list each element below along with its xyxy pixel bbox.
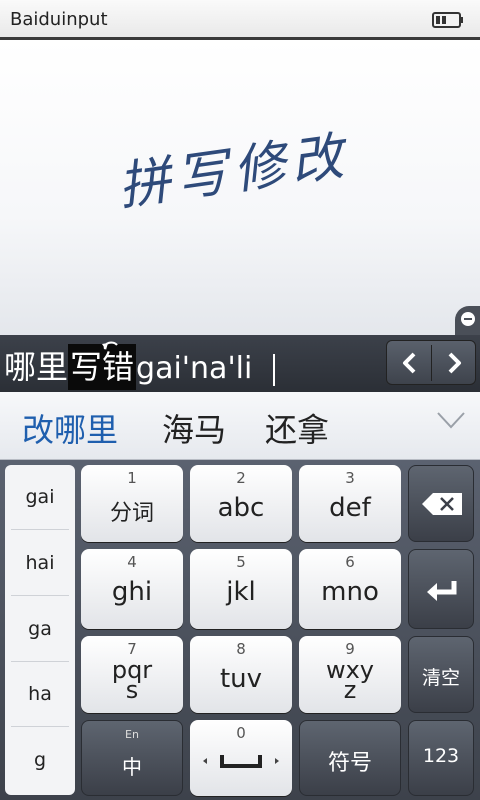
app-title: Baiduinput <box>10 9 108 30</box>
arrow-divider <box>431 345 432 381</box>
key-label: 123 <box>422 745 460 767</box>
undo-icon[interactable] <box>99 338 123 352</box>
composition-pinyin: gai'na'li <box>136 351 253 386</box>
pinyin-item[interactable]: g <box>5 728 75 792</box>
space-icon <box>203 755 279 768</box>
key-5[interactable]: 5 jkl <box>190 549 292 629</box>
key-6[interactable]: 6 mno <box>299 549 401 629</box>
key-label: wxy z <box>325 656 375 704</box>
key-number: 4 <box>127 553 137 571</box>
status-bar: Baiduinput <box>0 0 480 40</box>
key-number: 2 <box>236 469 246 487</box>
candidate-item[interactable]: 海马 <box>162 405 226 451</box>
symbol-button[interactable]: 符号 <box>299 720 401 796</box>
key-label: ghi <box>111 577 153 607</box>
minimize-icon <box>461 312 475 326</box>
key-label: 中 <box>122 755 142 779</box>
key-label: jkl <box>226 577 256 607</box>
pinyin-item[interactable]: ga <box>5 597 75 661</box>
space-key[interactable]: 0 <box>190 720 292 796</box>
key-8[interactable]: 8 tuv <box>190 636 292 713</box>
candidate-item[interactable]: 改哪里 <box>22 405 118 451</box>
key-label: abc <box>217 493 265 523</box>
backspace-icon <box>422 493 462 515</box>
key-label: tuv <box>219 664 263 694</box>
pinyin-item[interactable]: ha <box>5 662 75 726</box>
key-4[interactable]: 4 ghi <box>81 549 183 629</box>
key-number: 1 <box>127 469 137 487</box>
key-label: 清空 <box>421 667 460 689</box>
key-label: def <box>329 493 371 523</box>
key-1[interactable]: 1 分词 <box>81 465 183 542</box>
pinyin-divider <box>11 529 69 530</box>
key-label: 符号 <box>327 751 372 776</box>
number-mode-button[interactable]: 123 <box>408 720 474 796</box>
key-label: 分词 <box>109 501 154 526</box>
battery-icon <box>432 12 463 28</box>
text-cursor <box>273 354 275 386</box>
key-sub-label: En <box>125 728 139 741</box>
key-2[interactable]: 2 abc <box>190 465 292 542</box>
key-9[interactable]: 9 wxy z <box>299 636 401 713</box>
candidate-item[interactable]: 还拿 <box>265 405 329 451</box>
dropdown-icon[interactable] <box>436 410 466 430</box>
key-label: pqr s <box>111 656 153 704</box>
key-7[interactable]: 7 pqr s <box>81 636 183 713</box>
key-label: mno <box>321 577 379 607</box>
clear-button[interactable]: 清空 <box>408 636 474 713</box>
minimize-button[interactable] <box>455 306 480 335</box>
enter-button[interactable] <box>408 549 474 629</box>
key-3[interactable]: 3 def <box>299 465 401 542</box>
key-number: 0 <box>236 724 246 742</box>
arrow-left-icon[interactable] <box>399 351 421 375</box>
key-number: 3 <box>345 469 355 487</box>
pinyin-divider <box>11 595 69 596</box>
language-switch-button[interactable]: En 中 <box>81 720 183 796</box>
pinyin-item[interactable]: gai <box>5 465 75 529</box>
key-number: 5 <box>236 553 246 571</box>
composition-text[interactable]: 哪里写错 gai'na'li <box>4 344 252 390</box>
candidate-bar: 改哪里 海马 还拿 <box>0 392 480 460</box>
enter-icon <box>427 581 457 601</box>
pinyin-list: gai hai ga ha g <box>5 465 75 795</box>
pinyin-item[interactable]: hai <box>5 531 75 595</box>
key-number: 6 <box>345 553 355 571</box>
pinyin-divider <box>11 726 69 727</box>
cursor-arrows <box>386 340 476 385</box>
composition-segment: 哪里 <box>4 348 69 386</box>
key-number: 8 <box>236 640 246 658</box>
backspace-button[interactable] <box>408 465 474 542</box>
arrow-right-icon[interactable] <box>443 351 465 375</box>
